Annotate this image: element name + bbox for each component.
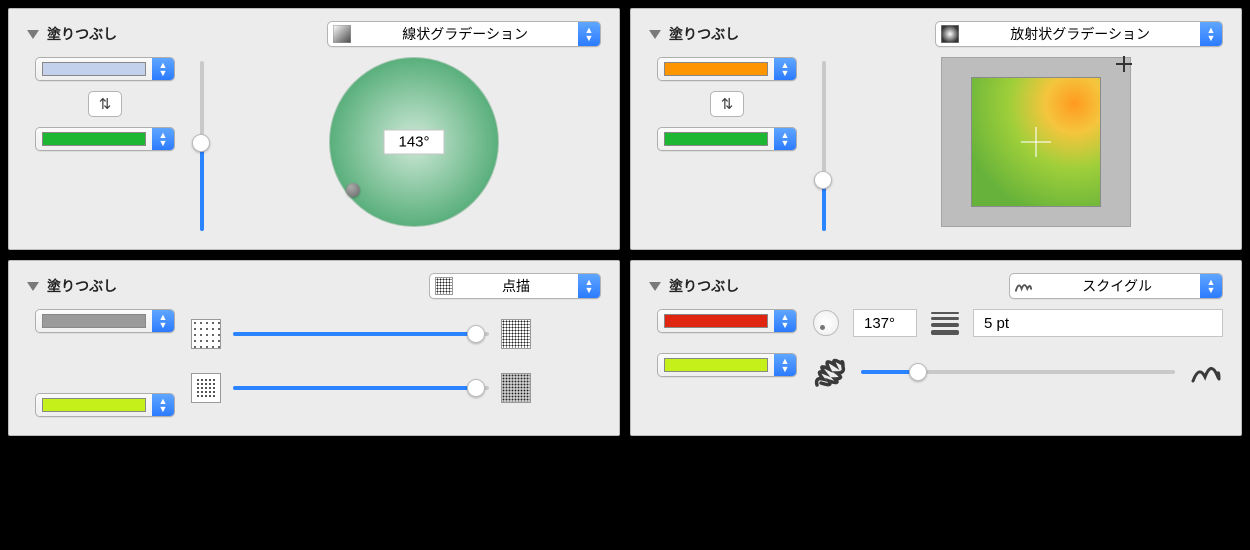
thickness-field[interactable]: 5 pt (973, 309, 1223, 337)
angle-field[interactable]: 137° (853, 309, 917, 337)
stipple-border-dense-icon (501, 373, 531, 403)
updown-icon: ▲▼ (774, 128, 796, 150)
blend-slider[interactable] (191, 61, 211, 231)
panel-header: 塗りつぶし 点描 ▲▼ (27, 273, 601, 299)
scribble-dense-icon (813, 355, 847, 389)
color-well-2[interactable]: ▲▼ (657, 127, 797, 151)
updown-icon: ▲▼ (152, 310, 174, 332)
panel-header: 塗りつぶし スクイグル ▲▼ (649, 273, 1223, 299)
panel-header: 塗りつぶし 線状グラデーション ▲▼ (27, 21, 601, 47)
angle-handle[interactable] (346, 183, 360, 197)
slider-thumb[interactable] (467, 379, 485, 397)
swap-colors-button[interactable]: ⇅ (710, 91, 744, 117)
radial-preview[interactable] (941, 57, 1131, 227)
stipple-icon (430, 274, 454, 298)
updown-icon: ▲▼ (774, 310, 796, 332)
stipple-dense-icon (501, 319, 531, 349)
fill-type-label: 放射状グラデーション (960, 22, 1200, 46)
section-title: 塗りつぶし (47, 24, 117, 44)
updown-icon: ▲▼ (152, 58, 174, 80)
updown-icon: ▲▼ (152, 394, 174, 416)
disclosure-triangle-icon[interactable] (27, 30, 39, 39)
thickness-icon (931, 312, 959, 335)
section-title: 塗りつぶし (47, 276, 117, 296)
disclosure-triangle-icon[interactable] (649, 30, 661, 39)
section-title: 塗りつぶし (669, 24, 739, 44)
color-well-1[interactable]: ▲▼ (35, 57, 175, 81)
slider-thumb[interactable] (467, 325, 485, 343)
swap-arrows-icon: ⇅ (99, 95, 112, 113)
disclosure-triangle-icon[interactable] (649, 282, 661, 291)
fill-type-label: 線状グラデーション (352, 22, 578, 46)
panel-header: 塗りつぶし 放射状グラデーション ▲▼ (649, 21, 1223, 47)
slider-thumb[interactable] (192, 134, 210, 152)
density-slider-1[interactable] (233, 324, 489, 344)
color-well-2[interactable]: ▲▼ (35, 393, 175, 417)
angle-dial[interactable] (813, 310, 839, 336)
radial-gradient-icon (936, 22, 960, 46)
stipple-border-sparse-icon (191, 373, 221, 403)
density-slider-2[interactable] (233, 378, 489, 398)
updown-icon: ▲▼ (152, 128, 174, 150)
squiggle-icon (1010, 274, 1034, 298)
fill-panel-stipple: 塗りつぶし 点描 ▲▼ ▲▼ ▲▼ (8, 260, 620, 436)
color-well-2[interactable]: ▲▼ (657, 353, 797, 377)
fill-type-select[interactable]: 点描 ▲▼ (429, 273, 601, 299)
blend-slider[interactable] (813, 61, 833, 231)
fill-type-select[interactable]: 放射状グラデーション ▲▼ (935, 21, 1223, 47)
updown-icon: ▲▼ (774, 354, 796, 376)
slider-thumb[interactable] (909, 363, 927, 381)
fill-type-select[interactable]: 線状グラデーション ▲▼ (327, 21, 601, 47)
updown-icon: ▲▼ (1200, 274, 1222, 298)
angle-wheel[interactable]: 143° (329, 57, 499, 227)
fill-panel-squiggle: 塗りつぶし スクイグル ▲▼ ▲▼ ▲▼ (630, 260, 1242, 436)
color-well-1[interactable]: ▲▼ (35, 309, 175, 333)
angle-readout: 143° (383, 130, 444, 155)
fill-type-label: 点描 (454, 274, 578, 298)
fill-panel-radial: 塗りつぶし 放射状グラデーション ▲▼ ▲▼ ⇅ ▲▼ (630, 8, 1242, 250)
updown-icon: ▲▼ (578, 274, 600, 298)
slider-thumb[interactable] (814, 171, 832, 189)
stipple-sparse-icon (191, 319, 221, 349)
updown-icon: ▲▼ (774, 58, 796, 80)
color-well-2[interactable]: ▲▼ (35, 127, 175, 151)
scribble-loose-icon (1189, 355, 1223, 389)
color-well-1[interactable]: ▲▼ (657, 309, 797, 333)
linear-gradient-icon (328, 22, 352, 46)
updown-icon: ▲▼ (578, 22, 600, 46)
section-title: 塗りつぶし (669, 276, 739, 296)
swap-arrows-icon: ⇅ (721, 95, 734, 113)
swap-colors-button[interactable]: ⇅ (88, 91, 122, 117)
squiggle-density-slider[interactable] (861, 362, 1175, 382)
disclosure-triangle-icon[interactable] (27, 282, 39, 291)
fill-type-select[interactable]: スクイグル ▲▼ (1009, 273, 1223, 299)
color-well-1[interactable]: ▲▼ (657, 57, 797, 81)
fill-type-label: スクイグル (1034, 274, 1200, 298)
updown-icon: ▲▼ (1200, 22, 1222, 46)
fill-panel-linear: 塗りつぶし 線状グラデーション ▲▼ ▲▼ ⇅ ▲▼ (8, 8, 620, 250)
